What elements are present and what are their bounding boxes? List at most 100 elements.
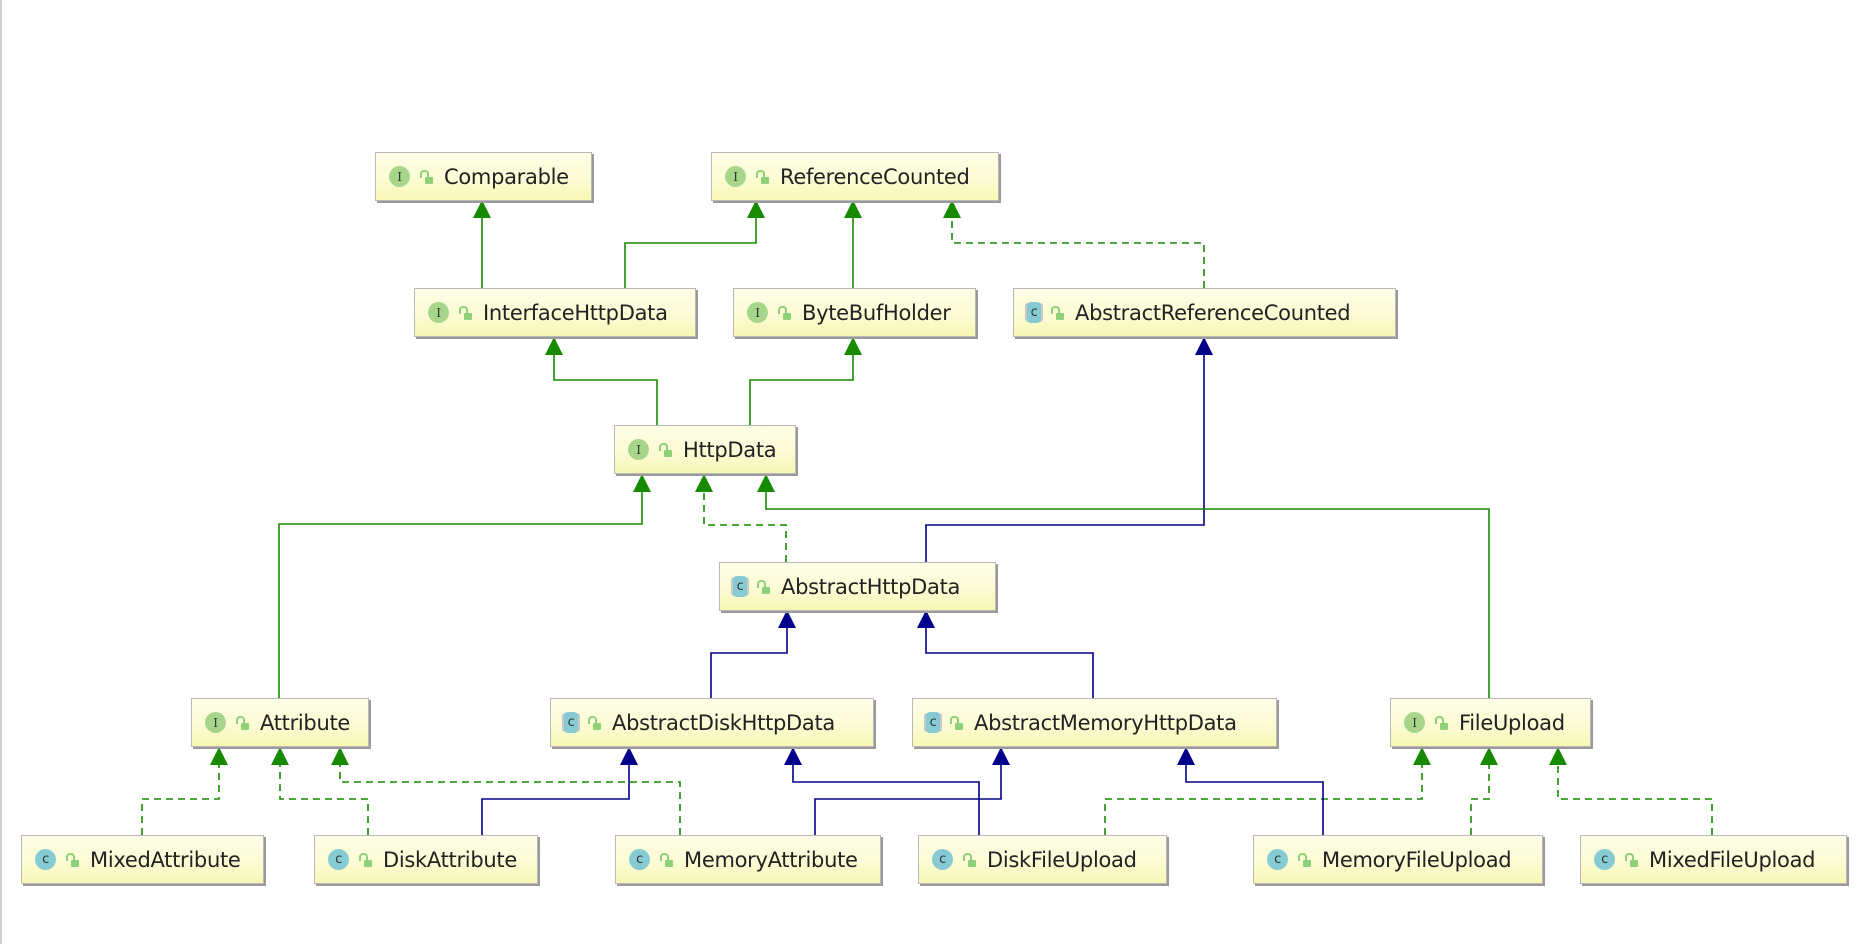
edge-line [278,492,643,698]
edge-abstractdiskhttpdata-to-abstracthttpdata [710,610,796,698]
public-unlocked-icon [1435,715,1449,731]
edge-line [749,355,854,425]
abstract-class-icon: c [564,712,578,733]
edge-httpdata-to-bytebufholder [749,337,862,425]
interface-icon: I [747,302,768,323]
node-label: AbstractDiskHttpData [612,710,835,735]
arrowhead-icon [943,200,961,218]
node-memory-file-upload[interactable]: c MemoryFileUpload [1253,835,1543,884]
edge-interfacehttpdata-to-comparable [473,200,491,288]
edge-diskfileupload-to-fileupload [1104,747,1431,835]
node-label: MixedAttribute [90,847,241,872]
node-label: ReferenceCounted [780,164,970,189]
arrowhead-icon [545,337,563,355]
edge-line [279,765,369,835]
node-http-data[interactable]: I HttpData [614,425,796,474]
edge-memoryfileupload-to-fileupload [1470,747,1498,835]
node-byte-buf-holder[interactable]: I ByteBufHolder [733,288,976,337]
arrowhead-icon [747,200,765,218]
class-icon: c [932,849,953,870]
node-label: Attribute [260,710,351,735]
node-abstract-memory-http-data[interactable]: c AbstractMemoryHttpData [912,698,1277,747]
arrowhead-icon [210,747,228,765]
edge-mixedfileupload-to-fileupload [1549,747,1713,835]
edge-line [1557,765,1713,835]
edge-line [624,218,757,288]
edge-memoryattribute-to-abstractmemoryhttpdata [814,747,1010,835]
edge-line [1185,765,1324,835]
class-icon: c [1594,849,1615,870]
class-icon: c [328,849,349,870]
node-memory-attribute[interactable]: c MemoryAttribute [615,835,881,884]
public-unlocked-icon [1625,852,1639,868]
arrowhead-icon [844,337,862,355]
public-unlocked-icon [659,442,673,458]
arrowhead-icon [1480,747,1498,765]
node-disk-attribute[interactable]: c DiskAttribute [314,835,538,884]
node-comparable[interactable]: I Comparable [375,152,592,201]
edge-abstractreferencecounted-to-referencecounted [943,200,1205,288]
interface-icon: I [428,302,449,323]
edge-httpdata-to-interfacehttpdata [545,337,658,425]
arrowhead-icon [844,200,862,218]
node-label: MixedFileUpload [1649,847,1816,872]
node-label: HttpData [683,437,777,462]
arrowhead-icon [620,747,638,765]
node-label: InterfaceHttpData [483,300,668,325]
abstract-class-icon: c [926,712,940,733]
node-reference-counted[interactable]: I ReferenceCounted [711,152,999,201]
arrowhead-icon [778,610,796,628]
interface-icon: I [205,712,226,733]
public-unlocked-icon [359,852,373,868]
edge-memoryfileupload-to-abstractmemoryhttpdata [1177,747,1324,835]
arrowhead-icon [473,200,491,218]
node-abstract-http-data[interactable]: c AbstractHttpData [719,562,996,611]
edge-line [925,355,1205,562]
public-unlocked-icon [1051,305,1065,321]
node-disk-file-upload[interactable]: c DiskFileUpload [918,835,1167,884]
arrowhead-icon [271,747,289,765]
node-label: MemoryAttribute [684,847,858,872]
public-unlocked-icon [963,852,977,868]
edge-bytebufholder-to-referencecounted [844,200,862,288]
arrowhead-icon [917,610,935,628]
edge-abstracthttpdata-to-abstractreferencecounted [925,337,1213,562]
edge-mixedattribute-to-attribute [141,747,228,835]
edge-line [1470,765,1490,835]
node-abstract-disk-http-data[interactable]: c AbstractDiskHttpData [550,698,874,747]
public-unlocked-icon [66,852,80,868]
public-unlocked-icon [236,715,250,731]
class-icon: c [629,849,650,870]
edge-line [703,492,787,562]
public-unlocked-icon [660,852,674,868]
interface-icon: I [628,439,649,460]
abstract-class-icon: c [1027,302,1041,323]
arrowhead-icon [331,747,349,765]
public-unlocked-icon [420,169,434,185]
edge-line [925,628,1094,698]
node-file-upload[interactable]: I FileUpload [1390,698,1591,747]
class-icon: c [1267,849,1288,870]
node-label: MemoryFileUpload [1322,847,1512,872]
edge-line [814,765,1002,835]
edge-line [141,765,220,835]
public-unlocked-icon [950,715,964,731]
arrowhead-icon [695,474,713,492]
node-abstract-reference-counted[interactable]: c AbstractReferenceCounted [1013,288,1396,337]
arrowhead-icon [1195,337,1213,355]
arrowhead-icon [757,474,775,492]
node-label: Comparable [444,164,569,189]
node-mixed-file-upload[interactable]: c MixedFileUpload [1580,835,1847,884]
edge-abstractmemoryhttpdata-to-abstracthttpdata [917,610,1094,698]
node-mixed-attribute[interactable]: c MixedAttribute [21,835,264,884]
public-unlocked-icon [459,305,473,321]
node-interface-http-data[interactable]: I InterfaceHttpData [414,288,696,337]
edges-layer [141,200,1713,835]
node-label: DiskFileUpload [987,847,1137,872]
edge-diskfileupload-to-abstractdiskhttpdata [784,747,980,835]
arrowhead-icon [992,747,1010,765]
node-label: ByteBufHolder [802,300,951,325]
node-attribute[interactable]: I Attribute [191,698,369,747]
node-label: FileUpload [1459,710,1565,735]
abstract-class-icon: c [733,576,747,597]
